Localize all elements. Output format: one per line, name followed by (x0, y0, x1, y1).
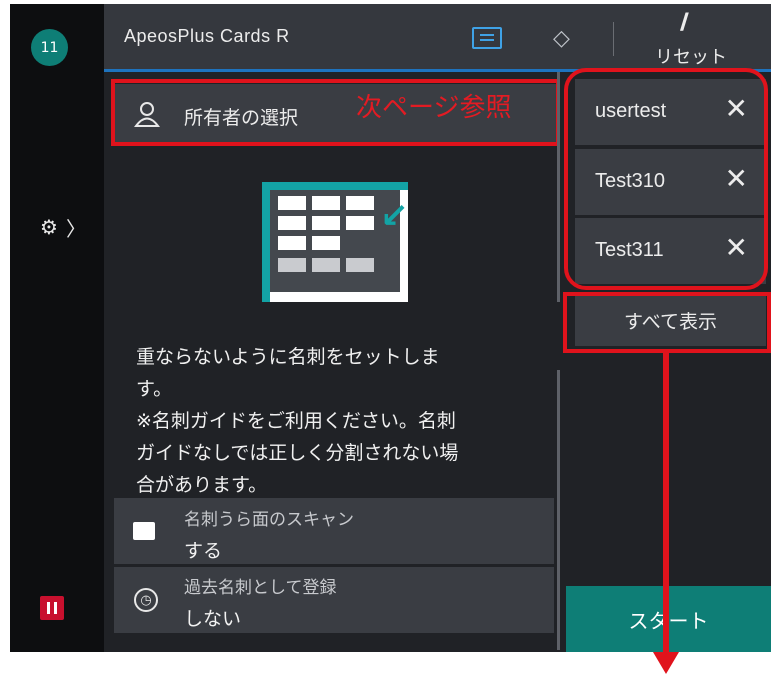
illustration-guide-left (262, 182, 270, 302)
job-count-badge[interactable]: 11 (31, 29, 68, 66)
settings-button[interactable]: ⚙ 〉 (40, 212, 100, 242)
annotation-box-chips (564, 68, 768, 290)
instruction-line: 合があります。 (136, 474, 268, 496)
option-value: する (184, 540, 223, 562)
instruction-line: ガイドなしでは正しく分割されない場 (136, 442, 459, 464)
tag-icon[interactable]: ◇ (553, 26, 579, 52)
scrollbar-upper[interactable] (557, 72, 560, 302)
option-label: 名刺うら面のスキャン (184, 510, 354, 530)
header-separator (613, 22, 614, 56)
option-label: 過去名刺として登録 (184, 578, 337, 598)
scrollbar-lower[interactable] (557, 370, 560, 650)
instruction-text: 重ならないように名刺をセットしま す。 ※名刺ガイドをご利用ください。名刺 ガイ… (136, 341, 536, 501)
card-flip-icon (133, 522, 155, 540)
annotation-arrow-head (653, 652, 679, 674)
keyboard-icon[interactable] (472, 27, 502, 49)
annotation-arrow-line (663, 353, 669, 653)
annotation-box-show-all (563, 292, 771, 353)
reset-icon[interactable]: // (680, 10, 688, 35)
clock-icon: ◷ (134, 588, 158, 612)
reset-button[interactable]: リセット (655, 43, 727, 69)
option-value: しない (184, 608, 242, 630)
chevron-right-icon: 〉 (65, 216, 86, 241)
insert-arrow-icon: ↙ (380, 196, 409, 236)
app-title: ApeosPlus Cards R (124, 26, 290, 46)
pause-button[interactable] (40, 596, 64, 620)
instruction-line: 重ならないように名刺をセットしま (136, 346, 440, 368)
instruction-line: す。 (136, 378, 173, 400)
illustration-guide-top (262, 182, 408, 190)
annotation-text: 次ページ参照 (356, 93, 512, 123)
gear-icon: ⚙ (40, 215, 58, 239)
left-sidebar (10, 4, 104, 652)
instruction-line: ※名刺ガイドをご利用ください。名刺 (136, 410, 456, 432)
